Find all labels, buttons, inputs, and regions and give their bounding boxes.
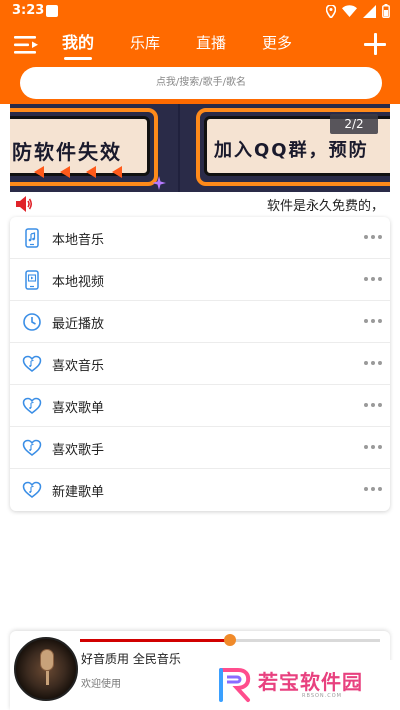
watermark-text: 若宝软件园 — [258, 670, 363, 694]
notification-icon — [46, 5, 58, 17]
list-item-label: 新建歌单 — [52, 485, 105, 500]
clock-icon — [23, 313, 41, 331]
list-item-label: 最近播放 — [52, 317, 105, 332]
list-item-label: 本地视频 — [52, 275, 105, 290]
battery-icon — [382, 4, 390, 18]
album-art[interactable] — [14, 637, 78, 701]
song-title: 好音质用 全民音乐 — [81, 652, 181, 666]
menu-icon[interactable] — [14, 34, 40, 56]
list-item-liked-music[interactable]: 喜欢音乐 — [10, 343, 390, 385]
more-icon[interactable] — [364, 445, 382, 449]
list-item-new-playlist[interactable]: 新建歌单 — [10, 469, 390, 511]
phone-music-icon — [25, 228, 39, 248]
progress-fill — [80, 639, 230, 642]
more-icon[interactable] — [364, 235, 382, 239]
list-item-recent[interactable]: 最近播放 — [10, 301, 390, 343]
heart-icon — [22, 439, 42, 456]
tab-mine[interactable]: 我的 — [62, 32, 94, 60]
sparkle-icon — [152, 176, 166, 190]
tab-live[interactable]: 直播 — [196, 32, 226, 60]
notice-text: 软件是永久免费的， — [266, 199, 384, 214]
progress-bar[interactable] — [80, 634, 380, 646]
list-item-label: 本地音乐 — [52, 233, 105, 248]
song-subtitle: 欢迎使用 — [81, 679, 121, 690]
list-item-liked-singers[interactable]: 喜欢歌手 — [10, 427, 390, 469]
banner-slide-left-text: 防软件失效 — [12, 140, 122, 164]
banner-carousel[interactable]: 防软件失效 加入QQ群，预防 2/2 — [10, 104, 390, 192]
watermark: 若宝软件园 RBSON.COM — [214, 660, 400, 710]
tab-more[interactable]: 更多 — [262, 32, 292, 60]
tab-library[interactable]: 乐库 — [130, 32, 160, 60]
microphone-stand — [46, 671, 49, 685]
heart-icon — [22, 481, 42, 498]
status-time: 3:23 — [12, 3, 45, 18]
speaker-icon — [16, 196, 33, 212]
location-icon — [326, 4, 336, 18]
list-item-local-video[interactable]: 本地视频 — [10, 259, 390, 301]
app-header: 我的 乐库 直播 更多 点我/搜索/歌手/歌名 — [0, 24, 400, 104]
top-tabs: 我的 乐库 直播 更多 — [62, 32, 292, 60]
wifi-icon — [342, 5, 357, 17]
status-icons — [326, 4, 390, 18]
watermark-subtext: RBSON.COM — [302, 693, 342, 699]
list-item-label: 喜欢歌手 — [52, 443, 105, 458]
banner-slide-right-text: 加入QQ群，预防 — [214, 140, 369, 161]
heart-icon — [22, 397, 42, 414]
list-item-label: 喜欢音乐 — [52, 359, 105, 374]
arrows-icon — [34, 166, 122, 178]
signal-icon — [363, 4, 376, 18]
progress-knob[interactable] — [224, 634, 236, 646]
add-icon[interactable] — [364, 33, 386, 55]
banner-pager: 2/2 — [330, 114, 378, 134]
phone-video-icon — [25, 270, 39, 290]
search-input[interactable]: 点我/搜索/歌手/歌名 — [20, 67, 382, 99]
list-item-label: 喜欢歌单 — [52, 401, 105, 416]
heart-icon — [22, 355, 42, 372]
more-icon[interactable] — [364, 361, 382, 365]
banner-slide-left[interactable]: 防软件失效 — [10, 104, 178, 192]
more-icon[interactable] — [364, 403, 382, 407]
list-item-local-music[interactable]: 本地音乐 — [10, 217, 390, 259]
notice-bar[interactable]: 软件是永久免费的， — [10, 193, 390, 215]
list-item-liked-playlists[interactable]: 喜欢歌单 — [10, 385, 390, 427]
watermark-logo-icon — [219, 668, 251, 702]
microphone-icon — [40, 649, 54, 671]
my-menu-list: 本地音乐 本地视频 最近播放 喜欢音乐 喜欢歌单 喜欢歌手 新建歌单 — [10, 217, 390, 511]
more-icon[interactable] — [364, 487, 382, 491]
more-icon[interactable] — [364, 277, 382, 281]
more-icon[interactable] — [364, 319, 382, 323]
status-bar: 3:23 — [0, 0, 400, 24]
